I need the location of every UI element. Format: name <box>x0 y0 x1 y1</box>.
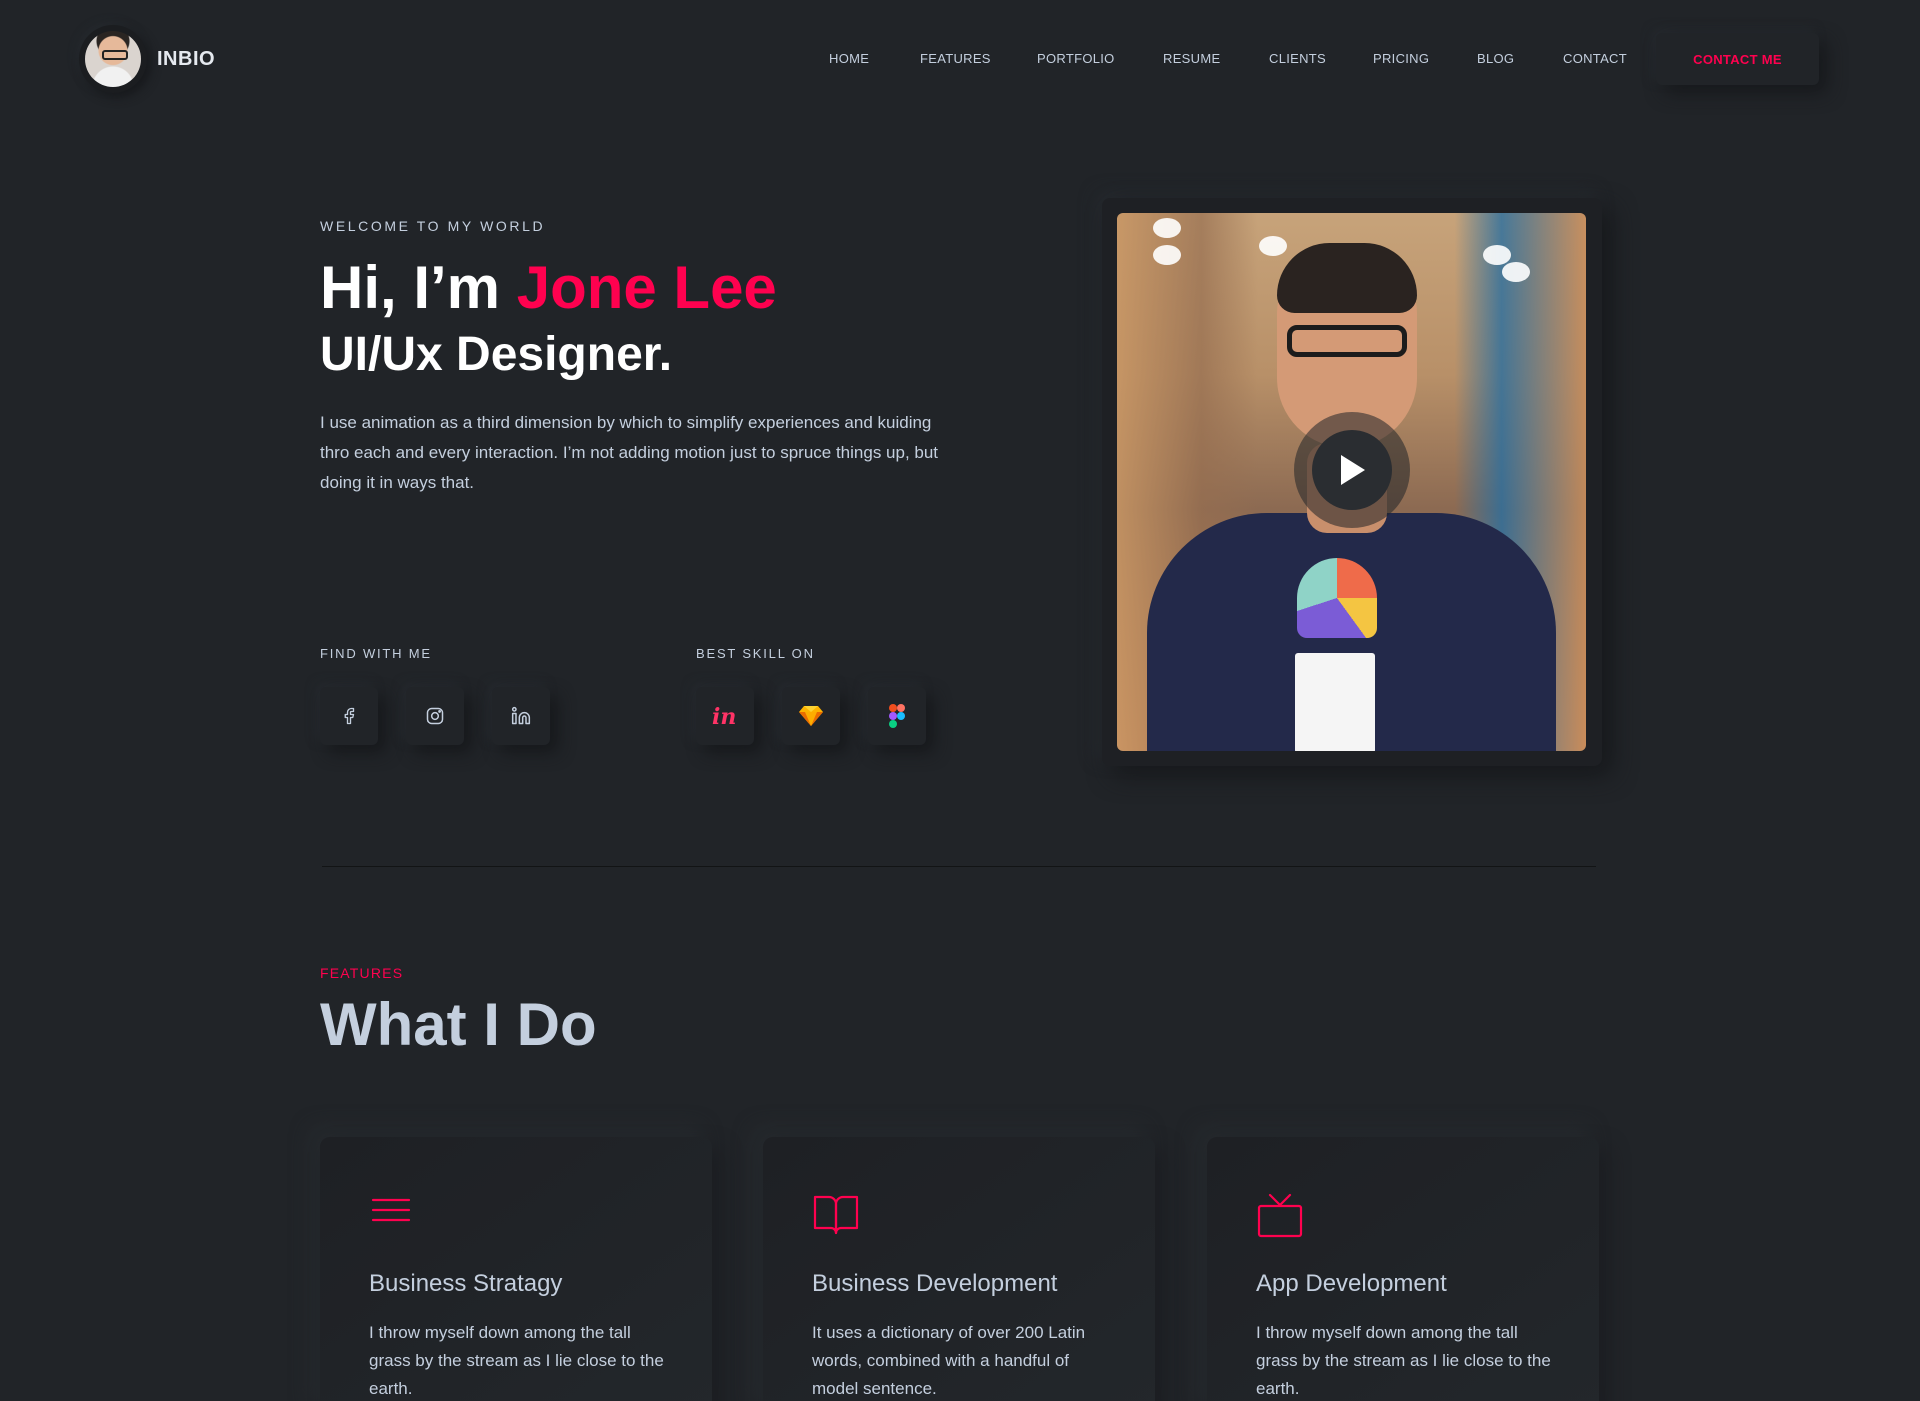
section-divider <box>322 866 1596 867</box>
linkedin-icon[interactable] <box>492 687 550 745</box>
skill-icons: in <box>696 687 926 745</box>
hero-description: I use animation as a third dimension by … <box>320 413 939 492</box>
nav-home[interactable]: HOME <box>829 51 869 66</box>
svg-text:in: in <box>712 704 736 728</box>
feature-card-title: App Development <box>1256 1270 1447 1297</box>
find-with-me-label: FIND WITH ME <box>320 646 432 661</box>
feature-card[interactable]: App Development I throw myself down amon… <box>1207 1137 1599 1401</box>
figma-icon[interactable] <box>868 687 926 745</box>
contact-me-button[interactable]: CONTACT ME <box>1656 33 1819 85</box>
hero-eyebrow: WELCOME TO MY WORLD <box>320 218 546 234</box>
book-icon <box>812 1192 860 1241</box>
features-title: What I Do <box>320 991 597 1058</box>
play-button[interactable] <box>1294 412 1410 528</box>
invision-icon[interactable]: in <box>696 687 754 745</box>
nav-portfolio[interactable]: PORTFOLIO <box>1037 51 1115 66</box>
sketch-icon[interactable] <box>782 687 840 745</box>
nav-blog[interactable]: BLOG <box>1477 51 1514 66</box>
tv-icon <box>1256 1192 1304 1245</box>
nav-pricing[interactable]: PRICING <box>1373 51 1429 66</box>
hero-role: UI/Ux Designer. <box>320 328 673 381</box>
feature-card-title: Business Development <box>812 1270 1058 1297</box>
feature-card-text: It uses a dictionary of over 200 Latin w… <box>812 1323 1086 1398</box>
menu-icon <box>369 1192 413 1233</box>
feature-card-text: I throw myself down among the tall grass… <box>369 1323 664 1398</box>
social-links <box>320 687 550 745</box>
feature-card-text: I throw myself down among the tall grass… <box>1256 1323 1551 1398</box>
site-header: INBIO HOME FEATURES PORTFOLIO RESUME CLI… <box>0 0 1920 120</box>
feature-card[interactable]: Business Development It uses a dictionar… <box>763 1137 1155 1401</box>
hero-greeting: Hi, I’m <box>320 254 517 321</box>
play-icon <box>1312 430 1392 510</box>
features-tag: FEATURES <box>320 965 404 981</box>
nav-resume[interactable]: RESUME <box>1163 51 1220 66</box>
best-skill-label: BEST SKILL ON <box>696 646 815 661</box>
feature-card[interactable]: Business Stratagy I throw myself down am… <box>320 1137 712 1401</box>
instagram-icon[interactable] <box>406 687 464 745</box>
nav-clients[interactable]: CLIENTS <box>1269 51 1326 66</box>
main-nav: HOME FEATURES PORTFOLIO RESUME CLIENTS P… <box>0 51 1920 71</box>
hero-title: Hi, I’m Jone Lee <box>320 252 777 324</box>
hero-name: Jone Lee <box>516 254 777 321</box>
facebook-icon[interactable] <box>320 687 378 745</box>
nav-features[interactable]: FEATURES <box>920 51 991 66</box>
feature-card-title: Business Stratagy <box>369 1270 563 1297</box>
nav-contact[interactable]: CONTACT <box>1563 51 1627 66</box>
